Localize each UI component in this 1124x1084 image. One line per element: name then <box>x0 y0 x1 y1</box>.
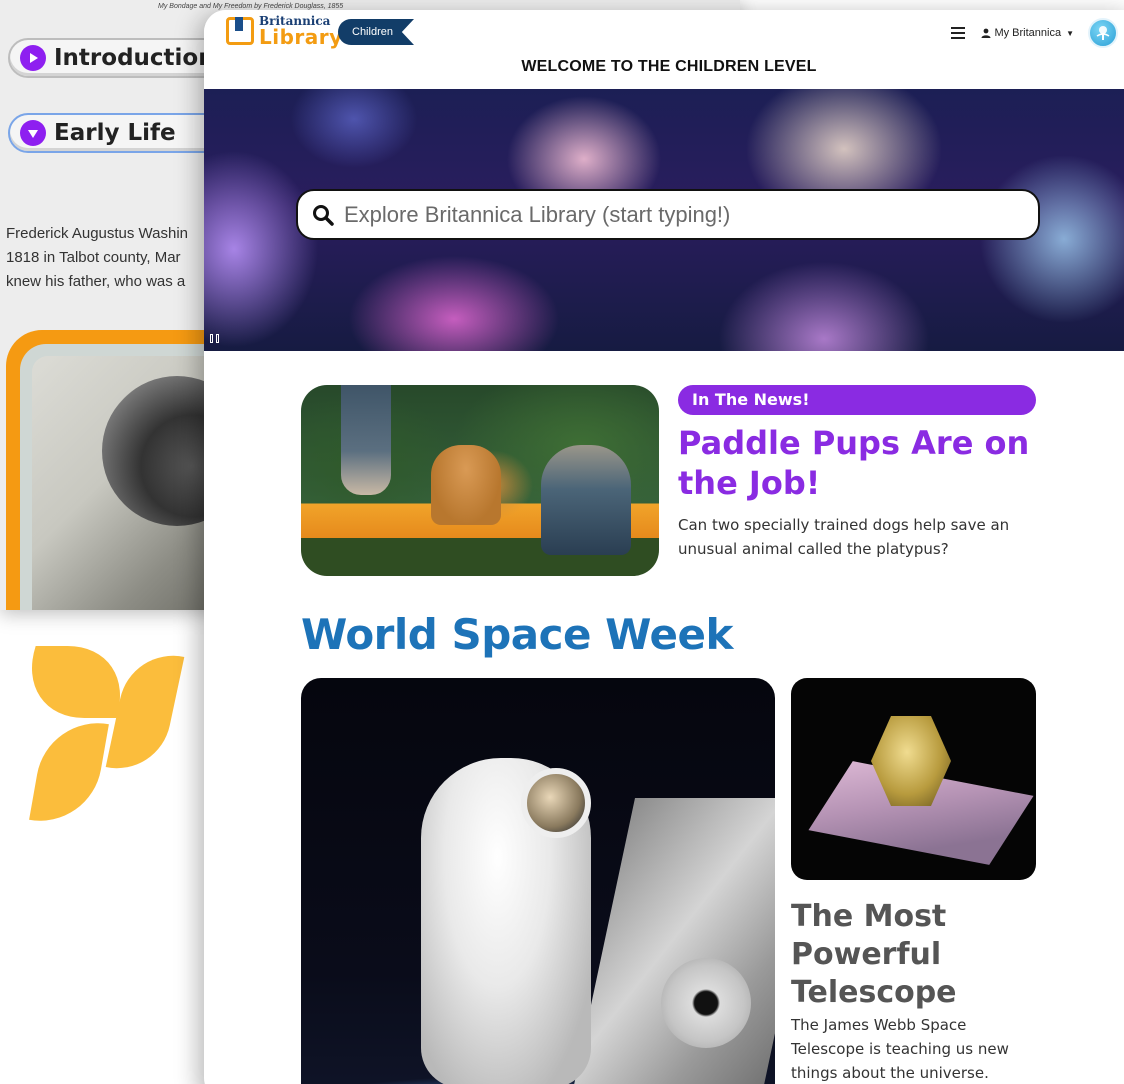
telescope-image[interactable] <box>791 678 1036 880</box>
section-toggle-early-life[interactable]: Early Life <box>8 113 228 153</box>
search-box[interactable] <box>296 189 1040 240</box>
news-description: Can two specially trained dogs help save… <box>678 516 1010 558</box>
body-line: Frederick Augustus Washin <box>6 225 189 242</box>
book-icon <box>226 17 254 45</box>
britannica-globe-icon[interactable] <box>1088 18 1118 48</box>
my-britannica-menu[interactable]: My Britannica ▼ <box>981 27 1074 39</box>
level-badge[interactable]: Children <box>338 19 414 45</box>
body-line: knew his father, who was a <box>6 273 186 290</box>
section-label: Early Life <box>54 120 176 146</box>
decorative-leaf <box>29 713 109 831</box>
britannica-library-logo[interactable]: Britannica Library <box>226 15 343 47</box>
search-icon <box>313 204 334 226</box>
news-image-paddle-pups[interactable] <box>301 385 659 576</box>
logo-text-bottom: Library <box>259 25 343 49</box>
play-icon <box>20 45 46 71</box>
news-tag: In The News! <box>678 385 1036 415</box>
caret-down-icon: ▼ <box>1066 28 1074 38</box>
section-toggle-introduction[interactable]: Introduction <box>8 38 228 78</box>
welcome-banner: WELCOME TO THE CHILDREN LEVEL <box>521 58 817 75</box>
hamburger-icon[interactable] <box>951 27 966 39</box>
chevron-down-icon <box>20 120 46 146</box>
pause-icon[interactable] <box>209 333 221 345</box>
hero-banner <box>204 89 1124 351</box>
image-caption: My Bondage and My Freedom by Frederick D… <box>158 3 344 10</box>
section-label: Introduction <box>54 45 215 71</box>
telescope-article-description: The James Webb Space Telescope is teachi… <box>791 1016 1009 1082</box>
decorative-leaf <box>105 645 185 779</box>
top-navigation-bar: Britannica Library Children My Britannic… <box>204 10 1124 56</box>
screen: My Bondage and My Freedom by Frederick D… <box>0 0 1124 1084</box>
article-body-text: Frederick Augustus Washin 1818 in Talbot… <box>6 222 206 294</box>
body-line: 1818 in Talbot county, Mar <box>6 249 181 266</box>
astronaut-feature-image[interactable] <box>301 678 775 1084</box>
telescope-article-title[interactable]: The Most Powerful Telescope <box>791 898 1031 1012</box>
account-label: My Britannica <box>994 27 1062 39</box>
search-input[interactable] <box>344 201 1024 228</box>
section-heading: World Space Week <box>301 610 733 659</box>
news-title-link[interactable]: Paddle Pups Are on the Job! <box>678 423 1034 503</box>
user-icon <box>981 28 991 38</box>
britannica-library-window: Britannica Library Children My Britannic… <box>204 10 1124 1084</box>
